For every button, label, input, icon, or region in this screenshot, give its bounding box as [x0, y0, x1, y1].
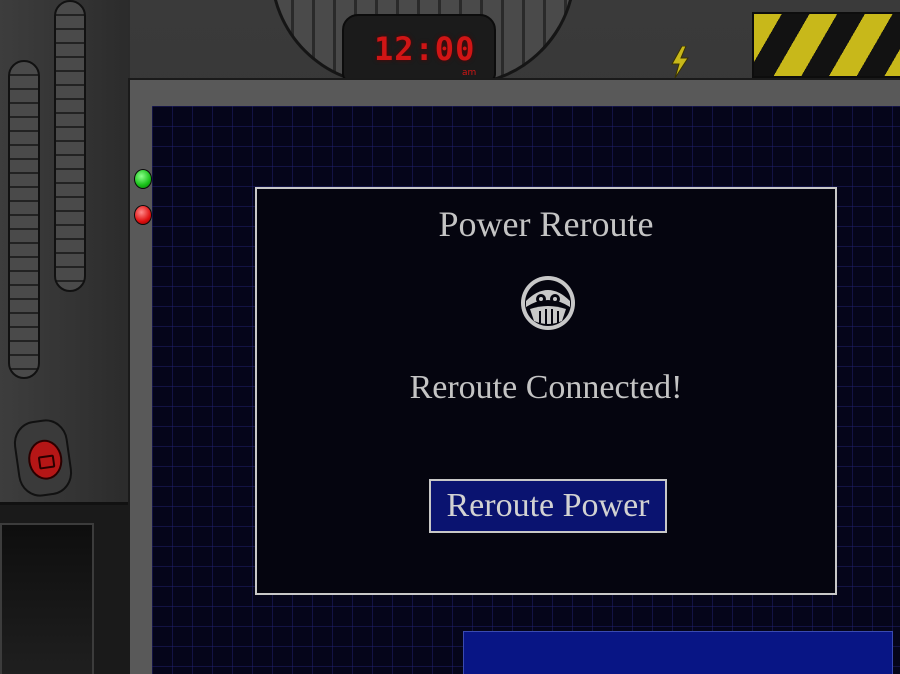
- reroute-power-button[interactable]: Reroute Power: [429, 479, 667, 533]
- wall-vent-left: [8, 60, 40, 379]
- reroute-status-text: Reroute Connected!: [409, 369, 683, 406]
- door-opening: [0, 523, 94, 674]
- power-reroute-dialog: Power Reroute Reroute Connected! Reroute…: [255, 187, 837, 595]
- left-wall-panel: [0, 0, 130, 674]
- green-status-light: [134, 169, 152, 189]
- digital-clock: 12:00 am: [342, 14, 496, 82]
- dialog-title: Power Reroute: [438, 204, 654, 244]
- red-status-light: [134, 205, 152, 225]
- game-scene: 12:00 am Power Reroute Reroute Connected…: [0, 0, 900, 674]
- wall-vent-right: [54, 0, 86, 292]
- clock-time: 12:00: [374, 30, 476, 68]
- bottom-status-bar: [463, 631, 893, 674]
- lightning-bolt-icon: [671, 46, 689, 78]
- robotnik-emblem-icon: [521, 276, 575, 330]
- clock-ampm: am: [462, 68, 477, 78]
- hazard-stripe-panel: [752, 12, 900, 78]
- padlock-icon: [25, 437, 65, 482]
- side-door[interactable]: [0, 502, 128, 674]
- door-lock-button[interactable]: [10, 416, 76, 500]
